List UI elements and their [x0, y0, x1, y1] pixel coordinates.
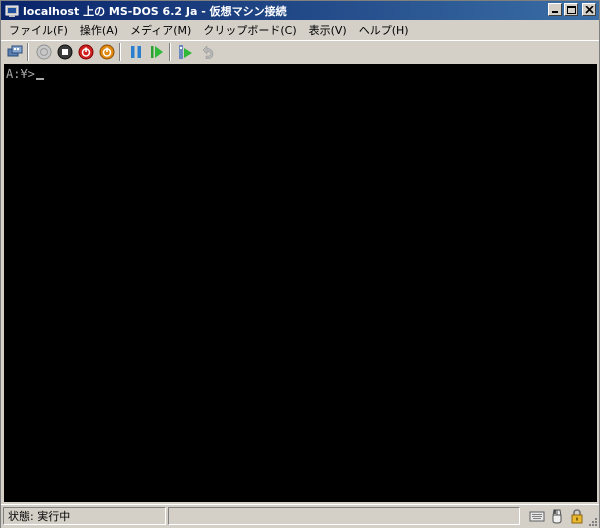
status-text: 状態: 実行中	[8, 510, 71, 523]
maximize-icon	[567, 6, 576, 14]
snapshot-button[interactable]	[177, 43, 195, 61]
turn-off-icon	[57, 44, 73, 60]
shutdown-icon	[78, 44, 94, 60]
mouse-icon	[552, 509, 562, 524]
menu-view[interactable]: 表示(V)	[303, 22, 353, 38]
status-icons	[529, 508, 585, 524]
menu-file[interactable]: ファイル(F)	[1, 22, 74, 38]
toolbar-separator	[27, 43, 29, 61]
close-icon	[585, 6, 594, 14]
turn-off-button[interactable]	[56, 43, 74, 61]
status-panel-empty	[168, 507, 520, 525]
status-bar: 状態: 実行中	[1, 504, 599, 528]
window-controls	[548, 3, 596, 16]
vm-connection-window: localhost 上の MS-DOS 6.2 Ja - 仮想マシン接続 ファイ…	[0, 0, 600, 528]
toolbar-separator	[169, 43, 171, 61]
minimize-button[interactable]	[548, 3, 562, 16]
revert-icon	[202, 45, 214, 59]
menu-media[interactable]: メディア(M)	[124, 22, 197, 38]
menu-clipboard[interactable]: クリップボード(C)	[197, 22, 302, 38]
save-button[interactable]	[98, 43, 116, 61]
ctrl-alt-del-icon	[7, 45, 23, 57]
vm-console-screen[interactable]: A:¥>	[4, 64, 597, 502]
pause-button[interactable]	[127, 43, 145, 61]
snapshot-icon	[179, 45, 192, 59]
vm-app-icon	[5, 5, 19, 17]
menu-help[interactable]: ヘルプ(H)	[353, 22, 415, 38]
minimize-icon	[552, 11, 558, 13]
window-title: localhost 上の MS-DOS 6.2 Ja - 仮想マシン接続	[23, 4, 287, 18]
ctrl-alt-del-button[interactable]	[6, 43, 24, 61]
resize-grip-icon[interactable]	[587, 516, 598, 527]
menu-action[interactable]: 操作(A)	[74, 22, 124, 38]
status-panel: 状態: 実行中	[3, 507, 166, 525]
text-cursor	[35, 78, 44, 80]
title-bar[interactable]: localhost 上の MS-DOS 6.2 Ja - 仮想マシン接続	[1, 1, 599, 20]
dos-prompt: A:¥>	[6, 67, 44, 81]
start-icon	[36, 44, 52, 60]
start-button[interactable]	[35, 43, 53, 61]
close-button[interactable]	[582, 3, 596, 16]
revert-button[interactable]	[198, 43, 216, 61]
keyboard-icon	[529, 511, 545, 522]
pause-icon	[131, 46, 141, 58]
reset-button[interactable]	[148, 43, 166, 61]
prompt-text: A:¥>	[6, 67, 35, 81]
save-icon	[99, 44, 115, 60]
toolbar	[1, 40, 599, 63]
shutdown-button[interactable]	[77, 43, 95, 61]
toolbar-separator	[119, 43, 121, 61]
reset-icon	[151, 46, 163, 58]
maximize-button[interactable]	[564, 3, 578, 16]
menu-bar: ファイル(F) 操作(A) メディア(M) クリップボード(C) 表示(V) ヘ…	[1, 20, 599, 39]
lock-icon	[571, 509, 583, 524]
